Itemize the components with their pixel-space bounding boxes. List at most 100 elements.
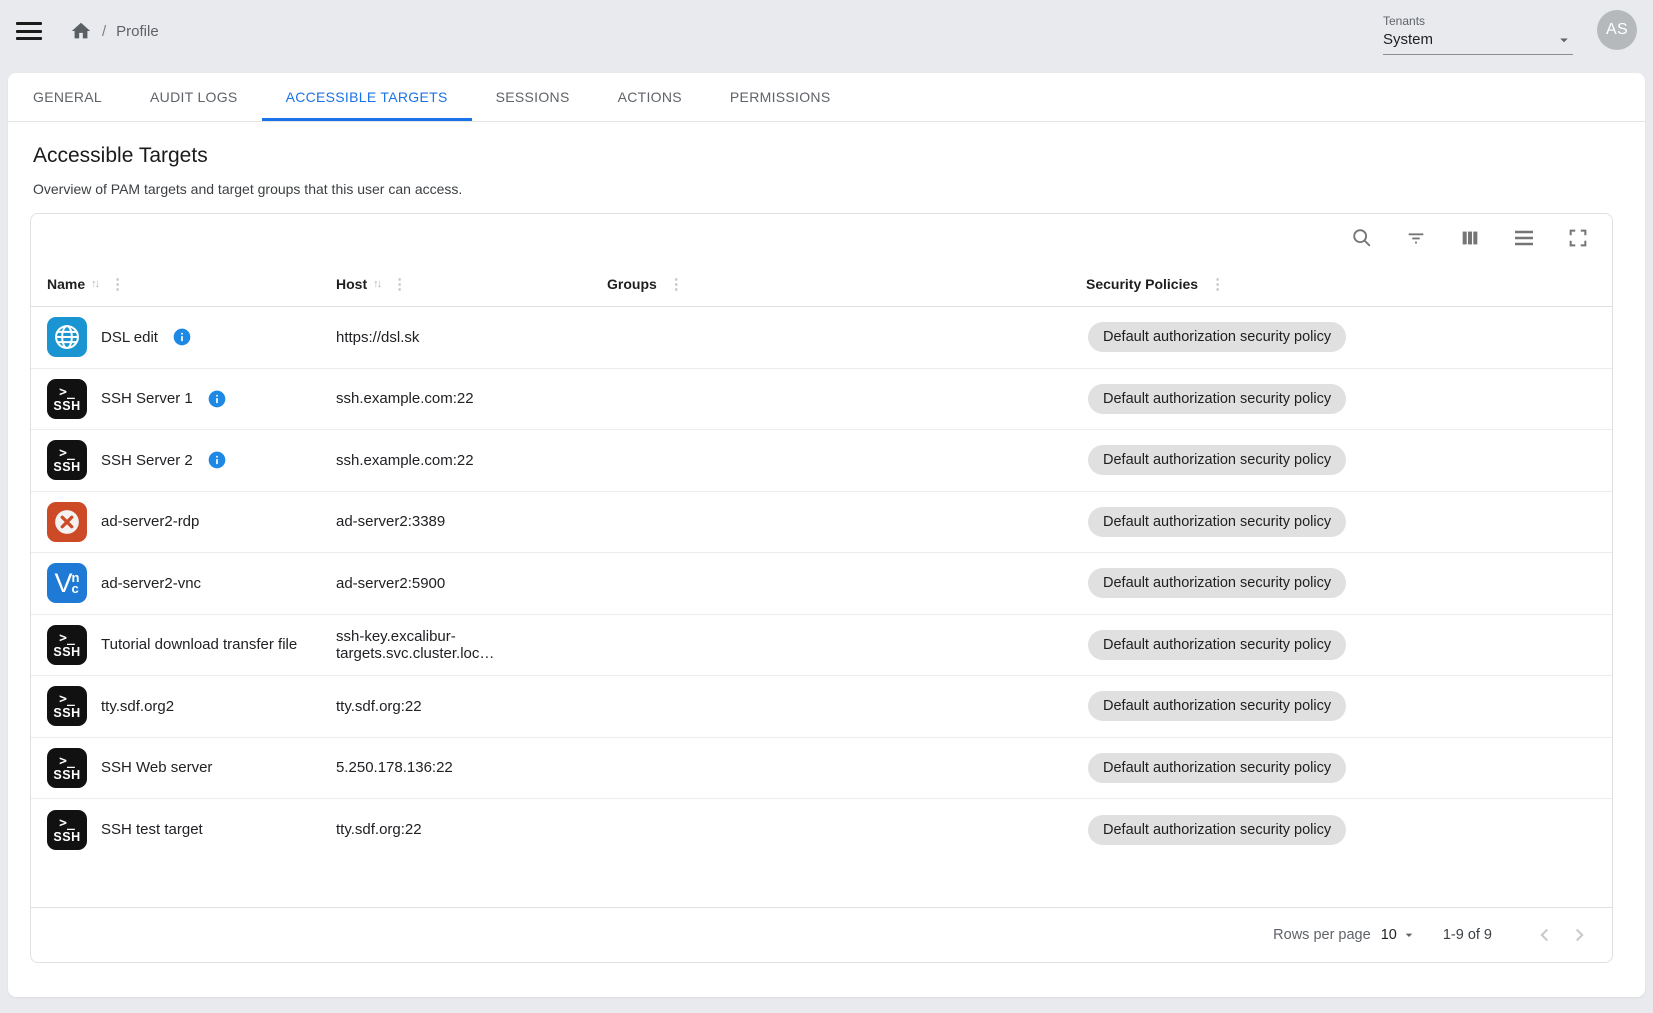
vnc-logo-glyph: Vnc bbox=[55, 570, 80, 597]
column-header-label: Groups bbox=[607, 276, 657, 292]
previous-page-icon[interactable] bbox=[1530, 924, 1560, 946]
security-policy-chip[interactable]: Default authorization security policy bbox=[1088, 507, 1346, 537]
security-policy-chip[interactable]: Default authorization security policy bbox=[1088, 384, 1346, 414]
targets-table-card: Name↑↓⋮Host↑↓⋮Groups⋮Security Policies⋮ … bbox=[30, 213, 1613, 963]
table-row[interactable]: Vncad-server2-vncad-server2:5900 Default … bbox=[31, 553, 1612, 615]
column-header-host[interactable]: Host ↑↓ ⋮ bbox=[320, 276, 591, 292]
tab-permissions[interactable]: PERMISSIONS bbox=[706, 73, 855, 121]
ssh-prompt-glyph: >_ bbox=[59, 756, 75, 768]
page-title: Accessible Targets bbox=[33, 144, 1620, 168]
avatar[interactable]: AS bbox=[1597, 10, 1637, 50]
target-name-cell: >_SSH Tutorial download transfer file bbox=[31, 625, 320, 665]
target-host-cell: ad-server2:5900 bbox=[320, 575, 591, 592]
table-header-row: Name ↑↓ ⋮ Host ↑↓ ⋮ Groups ⋮ Security Policies ⋮ bbox=[31, 262, 1612, 307]
target-name: SSH Server 2 bbox=[101, 452, 193, 469]
target-name: Tutorial download transfer file bbox=[101, 636, 297, 653]
column-header-security-policies[interactable]: Security Policies ⋮ bbox=[1070, 276, 1612, 292]
rows-per-page-value: 10 bbox=[1381, 927, 1397, 943]
table-empty-space bbox=[31, 861, 1612, 907]
security-policy-chip[interactable]: Default authorization security policy bbox=[1088, 691, 1346, 721]
info-icon[interactable] bbox=[207, 450, 227, 470]
tenant-select[interactable]: Tenants System bbox=[1383, 14, 1573, 55]
chevron-down-icon bbox=[1401, 927, 1417, 943]
table-row[interactable]: >_SSHSSH test targettty.sdf.org:22Defaul… bbox=[31, 799, 1612, 861]
tab-sessions[interactable]: SESSIONS bbox=[472, 73, 594, 121]
target-name-cell: DSL edit bbox=[31, 317, 320, 357]
tab-label: ACTIONS bbox=[618, 89, 682, 105]
ssh-prompt-glyph: >_ bbox=[59, 387, 75, 399]
table-row[interactable]: ad-server2-rdpad-server2:3389Default aut… bbox=[31, 492, 1612, 554]
table-row[interactable]: >_SSH Tutorial download transfer file ssh-… bbox=[31, 615, 1612, 677]
pagination-range: 1-9 of 9 bbox=[1443, 927, 1492, 943]
column-menu-icon[interactable]: ⋮ bbox=[669, 277, 684, 292]
security-policy-chip[interactable]: Default authorization security policy bbox=[1088, 322, 1346, 352]
security-policy-chip[interactable]: Default authorization security policy bbox=[1088, 568, 1346, 598]
breadcrumb-current: Profile bbox=[116, 23, 159, 40]
table-row[interactable]: >_SSHtty.sdf.org2tty.sdf.org:22Default a… bbox=[31, 676, 1612, 738]
target-name-cell: >_SSH SSH Server 2 bbox=[31, 440, 320, 480]
columns-icon[interactable] bbox=[1458, 226, 1482, 250]
target-policies-cell: Default authorization security policy bbox=[1070, 322, 1612, 352]
target-policies-cell: Default authorization security policy bbox=[1070, 384, 1612, 414]
ssh-target-icon: >_SSH bbox=[47, 625, 87, 665]
fullscreen-icon[interactable] bbox=[1566, 226, 1590, 250]
target-policies-cell: Default authorization security policy bbox=[1070, 630, 1612, 660]
breadcrumb-separator: / bbox=[102, 23, 106, 40]
home-icon[interactable] bbox=[70, 20, 92, 42]
security-policy-chip[interactable]: Default authorization security policy bbox=[1088, 630, 1346, 660]
filter-icon[interactable] bbox=[1404, 226, 1428, 250]
ssh-label-glyph: SSH bbox=[53, 706, 80, 720]
tab-actions[interactable]: ACTIONS bbox=[594, 73, 706, 121]
tenant-select-value: System bbox=[1383, 31, 1433, 48]
target-policies-cell: Default authorization security policy bbox=[1070, 691, 1612, 721]
table-row[interactable]: DSL edithttps://dsl.sk Default authorizat… bbox=[31, 307, 1612, 369]
ssh-label-glyph: SSH bbox=[53, 460, 80, 474]
rows-per-page-select[interactable]: 10 bbox=[1381, 927, 1417, 943]
rows-per-page-label: Rows per page bbox=[1273, 927, 1371, 943]
security-policy-chip[interactable]: Default authorization security policy bbox=[1088, 753, 1346, 783]
tab-audit-logs[interactable]: AUDIT LOGS bbox=[126, 73, 262, 121]
table-row[interactable]: >_SSHSSH Server 1ssh.example.com:22Defau… bbox=[31, 369, 1612, 431]
table-row[interactable]: >_SSHSSH Web server5.250.178.136:22Defau… bbox=[31, 738, 1612, 800]
security-policy-chip[interactable]: Default authorization security policy bbox=[1088, 445, 1346, 475]
column-header-label: Host bbox=[336, 276, 367, 292]
sort-icon[interactable]: ↑↓ bbox=[373, 278, 380, 290]
target-policies-cell: Default authorization security policy bbox=[1070, 568, 1612, 598]
target-name: tty.sdf.org2 bbox=[101, 698, 174, 715]
next-page-icon[interactable] bbox=[1564, 924, 1594, 946]
target-name-cell: >_SSHSSH Web server bbox=[31, 748, 320, 788]
tab-general[interactable]: GENERAL bbox=[9, 73, 126, 121]
target-policies-cell: Default authorization security policy bbox=[1070, 815, 1612, 845]
target-name: SSH test target bbox=[101, 821, 203, 838]
target-host-cell: https://dsl.sk bbox=[320, 329, 591, 346]
security-policy-chip[interactable]: Default authorization security policy bbox=[1088, 815, 1346, 845]
column-header-label: Name bbox=[47, 276, 85, 292]
tab-label: ACCESSIBLE TARGETS bbox=[286, 89, 448, 105]
column-header-label: Security Policies bbox=[1086, 276, 1198, 292]
density-icon[interactable] bbox=[1512, 226, 1536, 250]
column-menu-icon[interactable]: ⋮ bbox=[110, 277, 125, 292]
target-host-cell: ssh-key.excalibur-targets.svc.cluster.lo… bbox=[320, 628, 591, 662]
target-host-cell: tty.sdf.org:22 bbox=[320, 698, 591, 715]
menu-icon[interactable] bbox=[16, 22, 42, 40]
ssh-target-icon: >_SSH bbox=[47, 379, 87, 419]
info-icon[interactable] bbox=[207, 389, 227, 409]
tab-accessible-targets[interactable]: ACCESSIBLE TARGETS bbox=[262, 73, 472, 121]
column-menu-icon[interactable]: ⋮ bbox=[1210, 277, 1225, 292]
sort-icon[interactable]: ↑↓ bbox=[91, 278, 98, 290]
search-icon[interactable] bbox=[1350, 226, 1374, 250]
column-header-groups[interactable]: Groups ⋮ bbox=[591, 276, 1070, 292]
ssh-target-icon: >_SSH bbox=[47, 810, 87, 850]
ssh-prompt-glyph: >_ bbox=[59, 633, 75, 645]
ssh-target-icon: >_SSH bbox=[47, 440, 87, 480]
column-header-name[interactable]: Name ↑↓ ⋮ bbox=[31, 276, 320, 292]
tab-label: GENERAL bbox=[33, 89, 102, 105]
ssh-prompt-glyph: >_ bbox=[59, 448, 75, 460]
ssh-prompt-glyph: >_ bbox=[59, 818, 75, 830]
target-policies-cell: Default authorization security policy bbox=[1070, 507, 1612, 537]
target-name-cell: Vncad-server2-vnc bbox=[31, 563, 320, 603]
info-icon[interactable] bbox=[172, 327, 192, 347]
table-row[interactable]: >_SSHSSH Server 2ssh.example.com:22Defau… bbox=[31, 430, 1612, 492]
web-target-icon bbox=[47, 317, 87, 357]
column-menu-icon[interactable]: ⋮ bbox=[392, 277, 407, 292]
